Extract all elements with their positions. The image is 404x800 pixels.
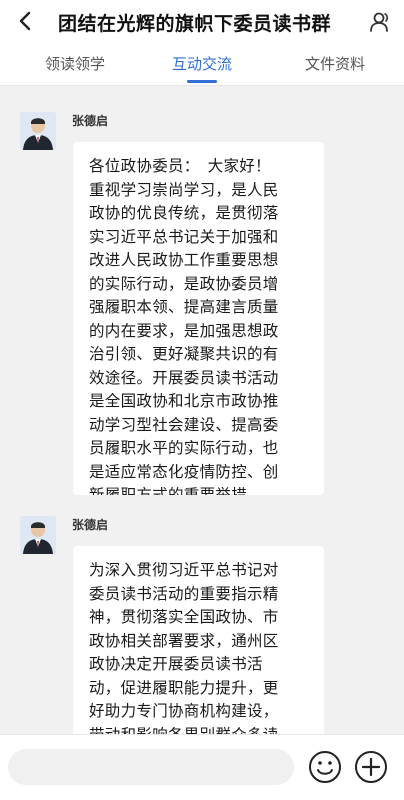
chat-area[interactable]: 张德启 各位政协委员： 大家好！ 重视学习崇尚学习，是人民 政协的优良传统，是贯… bbox=[0, 86, 404, 734]
plus-circle-icon bbox=[355, 751, 387, 783]
page-title: 团结在光辉的旗帜下委员读书群 bbox=[58, 13, 332, 35]
avatar-portrait-icon bbox=[20, 112, 56, 150]
message-line: 重视学习崇尚学习，是人民 bbox=[89, 180, 279, 199]
message-line: 的内在要求，是加强思想政 bbox=[89, 321, 279, 340]
avatar[interactable] bbox=[20, 112, 56, 150]
message-line: 各位政协委员： 大家好！ bbox=[89, 157, 271, 175]
message-line: 政协的优良传统，是贯彻落 bbox=[89, 204, 279, 222]
tab-documents[interactable]: 文件资料 bbox=[268, 53, 402, 74]
message-bubble: 各位政协委员： 大家好！ 重视学习崇尚学习，是人民 政协的优良传统，是贯彻落 实… bbox=[73, 142, 324, 495]
message-line: 新履职方式的重要举措。 bbox=[89, 486, 263, 495]
message-sender: 张德启 bbox=[72, 114, 109, 128]
top-bar: 团结在光辉的旗帜下委员读书群 bbox=[0, 0, 404, 44]
members-button[interactable] bbox=[366, 8, 394, 36]
message-line: 实习近平总书记关于加强和 bbox=[89, 227, 279, 246]
message-sender: 张德启 bbox=[72, 518, 109, 532]
message-input-bar bbox=[0, 734, 404, 800]
message-line: 强履职本领、提高建言质量 bbox=[89, 298, 279, 316]
tab-lead-reading[interactable]: 领读领学 bbox=[8, 53, 142, 74]
active-tab-indicator bbox=[187, 80, 217, 83]
chevron-left-icon bbox=[19, 11, 31, 31]
message-line: 政协决定开展委员读书活 bbox=[89, 655, 263, 673]
message-line: 政协相关部署要求，通州区 bbox=[89, 631, 279, 650]
message-input[interactable] bbox=[8, 749, 294, 785]
tab-bar: 领读领学 互动交流 文件资料 bbox=[0, 44, 404, 86]
avatar-portrait-icon bbox=[20, 516, 56, 554]
tab-interaction[interactable]: 互动交流 bbox=[135, 53, 269, 74]
message-line: 员履职水平的实际行动，也 bbox=[89, 439, 279, 457]
message-bubble: 为深入贯彻习近平总书记对 委员读书活动的重要指示精 神，贯彻落实全国政协、市 政… bbox=[73, 546, 324, 734]
add-button[interactable] bbox=[352, 748, 390, 786]
message-line: 改进人民政协工作重要思想 bbox=[89, 251, 279, 269]
message-line: 治引领、更好凝聚共识的有 bbox=[89, 345, 279, 363]
message-line: 是全国政协和北京市政协推 bbox=[89, 392, 279, 410]
message-line: 动，促进履职能力提升，更 bbox=[89, 678, 279, 697]
message-line: 好助力专门协商机构建设， bbox=[89, 702, 279, 720]
emoji-button[interactable] bbox=[306, 748, 344, 786]
smiley-icon bbox=[309, 751, 341, 783]
avatar[interactable] bbox=[20, 516, 56, 554]
back-button[interactable] bbox=[10, 6, 40, 36]
message-line: 的实际行动，是政协委员增 bbox=[89, 274, 279, 293]
message-line: 委员读书活动的重要指示精 bbox=[89, 584, 279, 603]
person-icon bbox=[370, 12, 389, 32]
message-line: 是适应常态化疫情防控、创 bbox=[89, 462, 279, 481]
message-line: 带动和影响各界别群众多读 bbox=[89, 724, 310, 735]
message-line: 神，贯彻落实全国政协、市 bbox=[89, 608, 279, 626]
message-line: 动学习型社会建设、提高委 bbox=[89, 415, 279, 434]
message-line: 效途径。开展委员读书活动 bbox=[89, 368, 279, 387]
message-line: 为深入贯彻习近平总书记对 bbox=[89, 561, 279, 579]
